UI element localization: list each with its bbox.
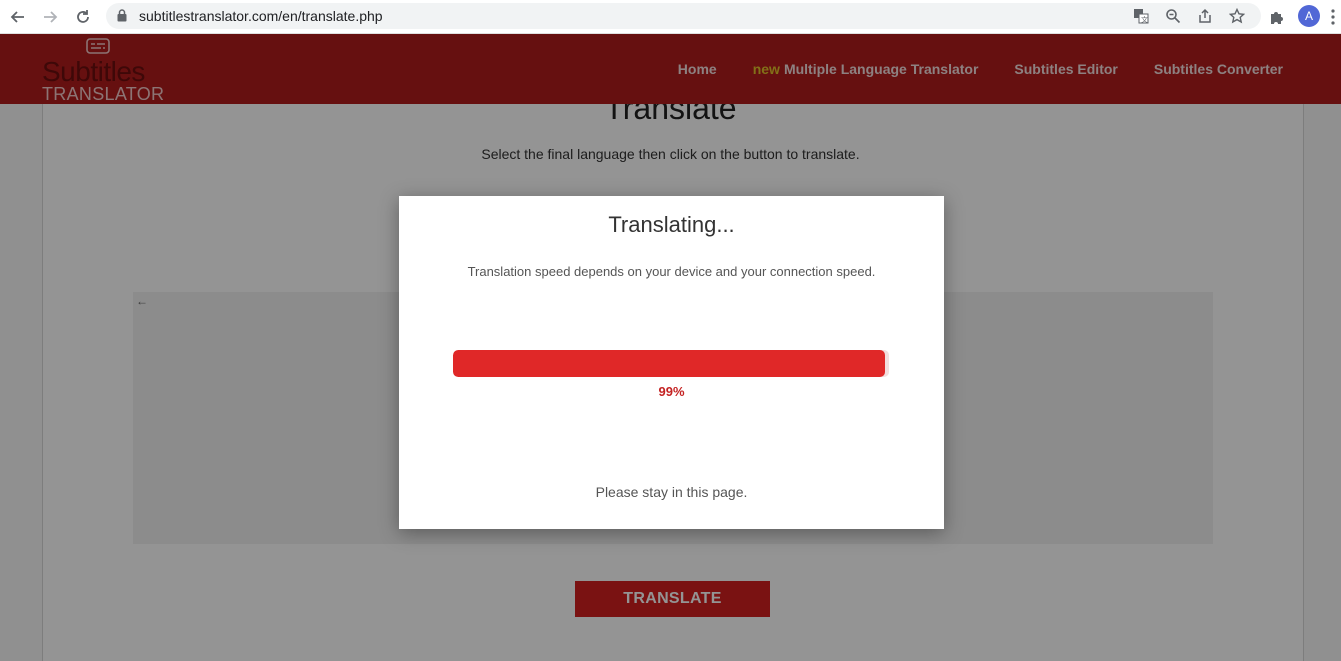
extensions-puzzle-icon[interactable]: [1265, 5, 1289, 29]
modal-title: Translating...: [608, 212, 735, 237]
browser-toolbar: subtitlestranslator.com/en/translate.php…: [0, 0, 1341, 34]
forward-icon[interactable]: [38, 5, 62, 29]
zoom-icon[interactable]: [1164, 7, 1182, 25]
progress-bar: [453, 350, 889, 377]
share-icon[interactable]: [1196, 7, 1214, 25]
profile-avatar[interactable]: A: [1298, 5, 1320, 27]
svg-text:文: 文: [1141, 15, 1148, 24]
browser-menu-icon[interactable]: [1331, 9, 1335, 25]
address-bar[interactable]: subtitlestranslator.com/en/translate.php…: [106, 3, 1261, 29]
modal-description: Translation speed depends on your device…: [467, 264, 876, 279]
modal-footer-note: Please stay in this page.: [595, 484, 748, 500]
url-text: subtitlestranslator.com/en/translate.php: [139, 8, 383, 24]
translating-modal: Translating... Translation speed depends…: [399, 196, 944, 529]
bookmark-star-icon[interactable]: [1228, 7, 1246, 25]
progress-percent: 99%: [658, 384, 685, 399]
reload-icon[interactable]: [71, 5, 95, 29]
back-icon[interactable]: [6, 5, 30, 29]
progress-fill: [453, 350, 885, 377]
lock-icon: [117, 9, 127, 27]
translate-page-icon[interactable]: 文: [1132, 7, 1150, 25]
